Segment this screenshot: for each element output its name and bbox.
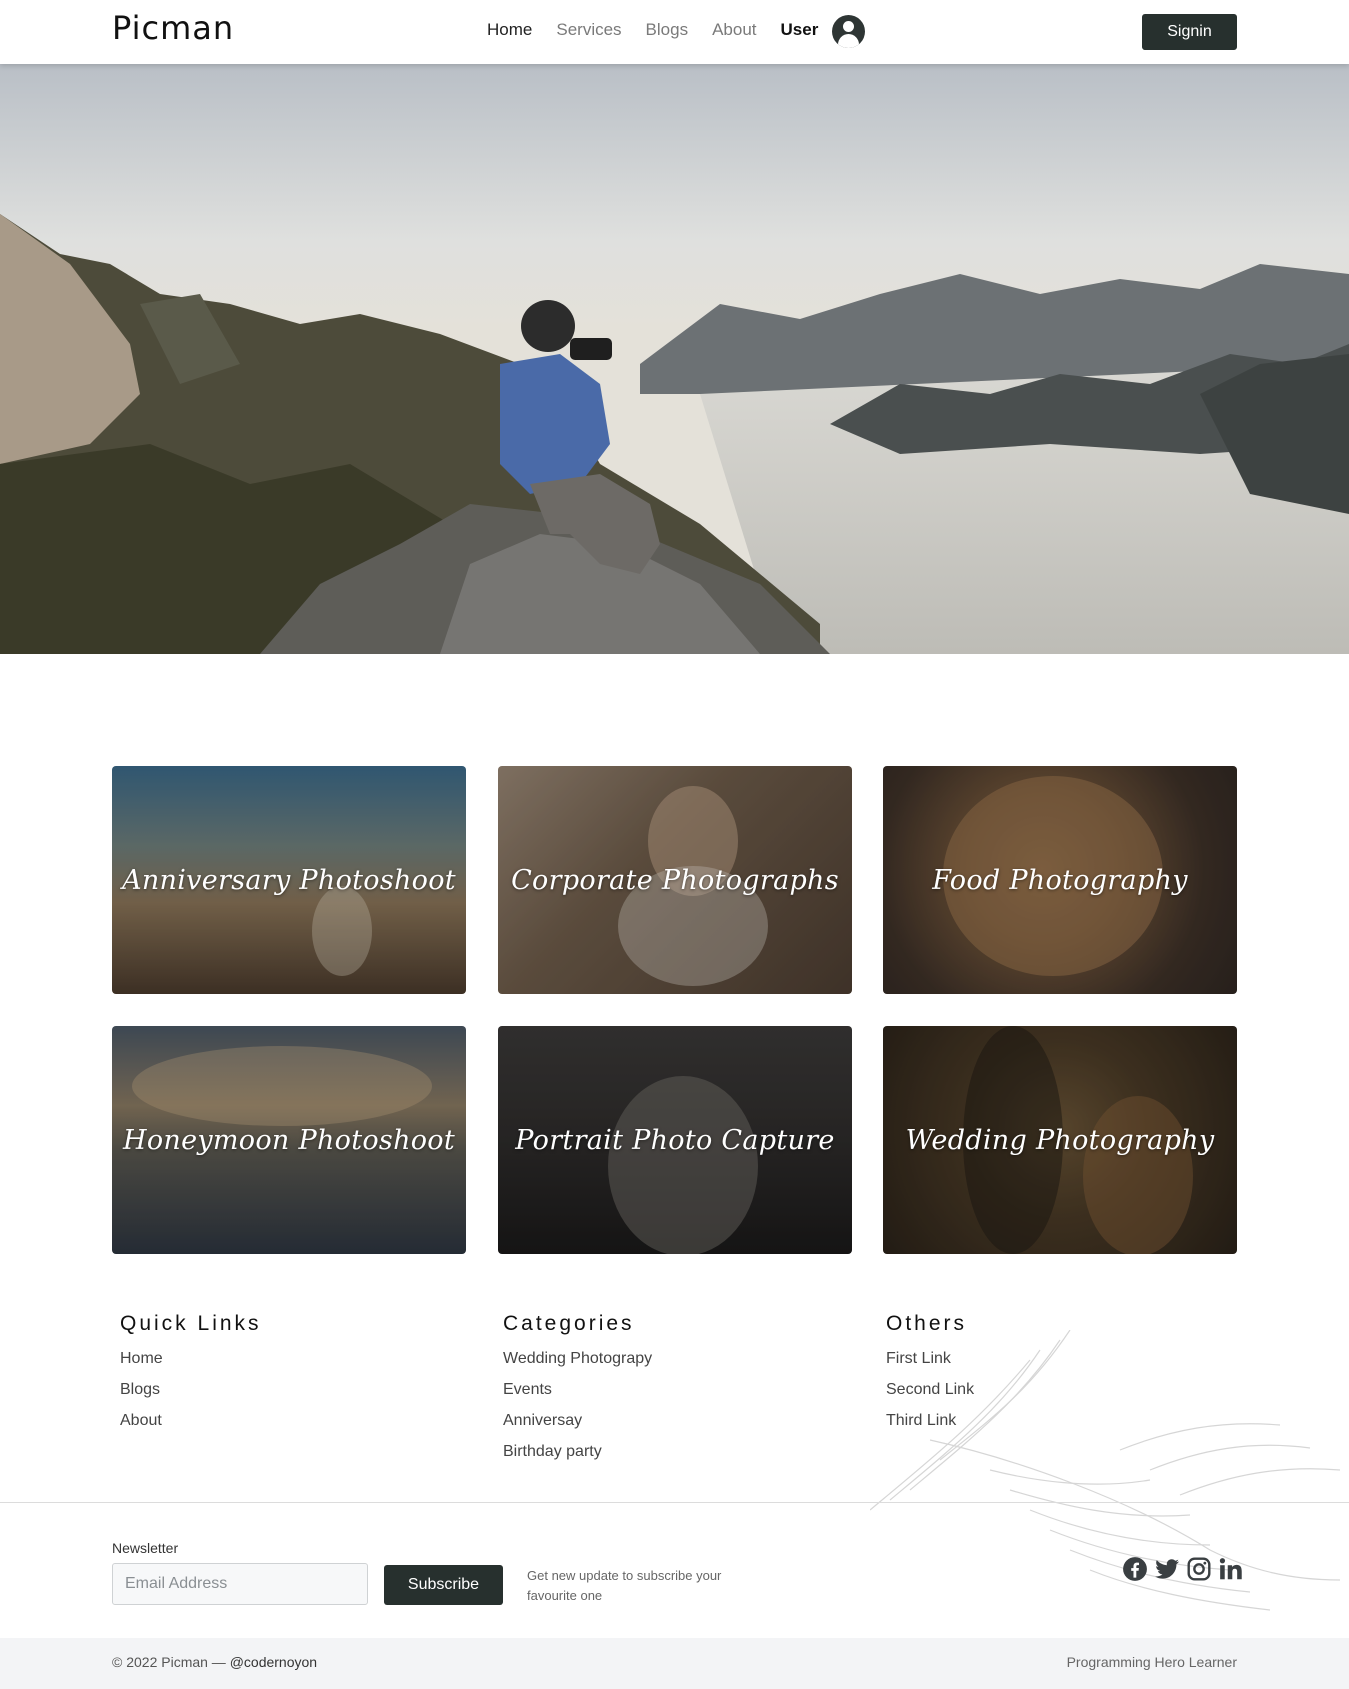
main-nav: Home Services Blogs About User (487, 20, 842, 40)
copyright: © 2022 Picman — @codernoyon (112, 1654, 317, 1670)
footer-link-first[interactable]: First Link (886, 1350, 974, 1368)
footer-link-home[interactable]: Home (120, 1350, 262, 1368)
linkedin-icon[interactable] (1218, 1556, 1244, 1582)
footer-link-second[interactable]: Second Link (886, 1381, 974, 1399)
card-title: Anniversary Photoshoot (122, 864, 456, 896)
others-heading: Others (886, 1312, 968, 1335)
nav-blogs[interactable]: Blogs (646, 20, 689, 40)
quick-links-heading: Quick Links (120, 1312, 262, 1335)
copyright-text: © 2022 Picman — (112, 1654, 226, 1670)
footer-link-about[interactable]: About (120, 1412, 262, 1430)
footer-link-birthday[interactable]: Birthday party (503, 1443, 652, 1461)
email-input[interactable] (112, 1563, 368, 1605)
hero-image (0, 64, 1349, 654)
others-column: Others First Link Second Link Third Link (886, 1312, 974, 1443)
user-avatar-icon[interactable] (832, 15, 865, 48)
card-honeymoon[interactable]: Honeymoon Photoshoot (112, 1026, 466, 1254)
card-portrait[interactable]: Portrait Photo Capture (498, 1026, 852, 1254)
newsletter-label: Newsletter (112, 1540, 179, 1556)
card-title: Honeymoon Photoshoot (122, 1124, 456, 1156)
card-wedding[interactable]: Wedding Photography (883, 1026, 1237, 1254)
nav-about[interactable]: About (712, 20, 756, 40)
quick-links-column: Quick Links Home Blogs About (120, 1312, 262, 1443)
brand-logo[interactable]: Picman (112, 9, 234, 47)
subscribe-button[interactable]: Subscribe (384, 1565, 503, 1605)
card-title: Wedding Photography (905, 1124, 1215, 1156)
nav-user[interactable]: User (781, 20, 819, 40)
footer-link-third[interactable]: Third Link (886, 1412, 974, 1430)
social-links (1116, 1556, 1244, 1582)
card-title: Portrait Photo Capture (515, 1124, 835, 1156)
newsletter-note: Get new update to subscribe your favouri… (527, 1568, 722, 1603)
nav-home[interactable]: Home (487, 20, 532, 40)
card-corporate[interactable]: Corporate Photographs (498, 766, 852, 994)
instagram-icon[interactable] (1186, 1556, 1212, 1582)
categories-column: Categories Wedding Photograpy Events Ann… (503, 1312, 652, 1474)
twitter-icon[interactable] (1154, 1556, 1180, 1582)
signin-button[interactable]: Signin (1142, 14, 1237, 50)
footer-link-events[interactable]: Events (503, 1381, 652, 1399)
footer-link-blogs[interactable]: Blogs (120, 1381, 262, 1399)
footer-divider (0, 1502, 1349, 1503)
footer-link-wedding[interactable]: Wedding Photograpy (503, 1350, 652, 1368)
categories-heading: Categories (503, 1312, 635, 1335)
card-title: Corporate Photographs (511, 864, 839, 896)
navbar: Picman Home Services Blogs About User Si… (0, 0, 1349, 64)
facebook-icon[interactable] (1122, 1556, 1148, 1582)
card-anniversary[interactable]: Anniversary Photoshoot (112, 766, 466, 994)
card-food[interactable]: Food Photography (883, 766, 1237, 994)
learner-credit: Programming Hero Learner (1066, 1654, 1237, 1670)
photographer-mountain-image (0, 64, 1349, 654)
bottom-bar: © 2022 Picman — @codernoyon Programming … (0, 1638, 1349, 1689)
footer-link-anniversary[interactable]: Anniversay (503, 1412, 652, 1430)
nav-services[interactable]: Services (556, 20, 621, 40)
author-handle-link[interactable]: @codernoyon (230, 1654, 317, 1670)
card-title: Food Photography (932, 864, 1188, 896)
